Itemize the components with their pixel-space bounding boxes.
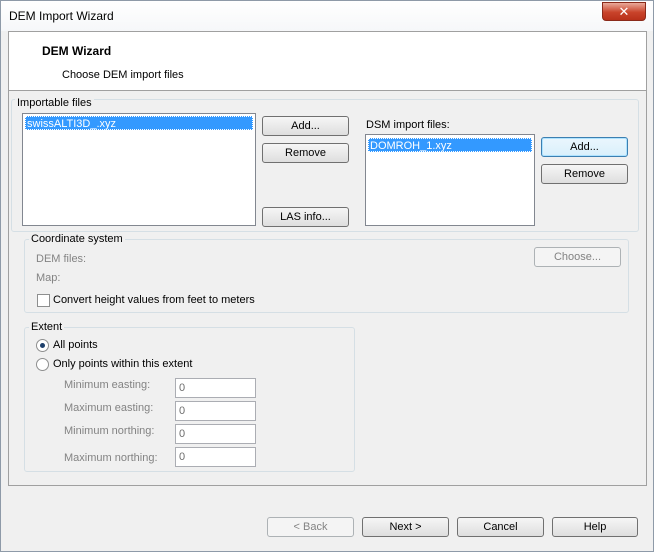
max-northing-input[interactable]: 0 [175, 447, 256, 467]
max-easting-label: Maximum easting: [64, 402, 154, 414]
list-item[interactable]: DOMROH_1.xyz [368, 138, 532, 152]
min-easting-label: Minimum easting: [64, 379, 151, 391]
title-bar[interactable]: DEM Import Wizard ✕ [1, 1, 653, 31]
convert-feet-checkbox[interactable] [37, 294, 50, 307]
dsm-import-files-label: DSM import files: [366, 119, 450, 131]
dem-files-label: DEM files: [36, 253, 87, 265]
wizard-content: Importable files swissALTI3D_.xyz Add...… [8, 90, 647, 486]
choose-button[interactable]: Choose... [534, 247, 621, 267]
within-extent-label[interactable]: Only points within this extent [53, 358, 192, 370]
min-easting-input[interactable]: 0 [175, 378, 256, 398]
next-button[interactable]: Next > [362, 517, 449, 537]
map-label: Map: [36, 272, 61, 284]
cancel-button[interactable]: Cancel [457, 517, 544, 537]
importable-remove-button[interactable]: Remove [262, 143, 349, 163]
convert-feet-label[interactable]: Convert height values from feet to meter… [53, 294, 255, 306]
window-title: DEM Import Wizard [9, 9, 114, 23]
importable-files-list[interactable]: swissALTI3D_.xyz [22, 113, 256, 226]
wizard-title: DEM Wizard [42, 44, 112, 58]
extent-label: Extent [29, 321, 65, 333]
wizard-header: DEM Wizard Choose DEM import files [8, 31, 647, 90]
dsm-import-files-list[interactable]: DOMROH_1.xyz [365, 134, 535, 226]
all-points-label[interactable]: All points [53, 339, 98, 351]
importable-add-button[interactable]: Add... [262, 116, 349, 136]
min-northing-input[interactable]: 0 [175, 424, 256, 444]
max-easting-input[interactable]: 0 [175, 401, 256, 421]
dem-import-wizard-window: DEM Import Wizard ✕ DEM Wizard Choose DE… [0, 0, 654, 552]
max-northing-label: Maximum northing: [64, 452, 158, 464]
within-extent-radio[interactable] [36, 358, 49, 371]
las-info-button[interactable]: LAS info... [262, 207, 349, 227]
coordinate-system-label: Coordinate system [29, 233, 125, 245]
list-item[interactable]: swissALTI3D_.xyz [25, 116, 253, 130]
help-button[interactable]: Help [552, 517, 638, 537]
importable-files-label: Importable files [15, 97, 94, 109]
wizard-subtitle: Choose DEM import files [62, 69, 184, 81]
dsm-add-button[interactable]: Add... [541, 137, 628, 157]
min-northing-label: Minimum northing: [64, 425, 155, 437]
dsm-remove-button[interactable]: Remove [541, 164, 628, 184]
close-icon[interactable]: ✕ [602, 2, 646, 21]
back-button[interactable]: < Back [267, 517, 354, 537]
all-points-radio[interactable] [36, 339, 49, 352]
